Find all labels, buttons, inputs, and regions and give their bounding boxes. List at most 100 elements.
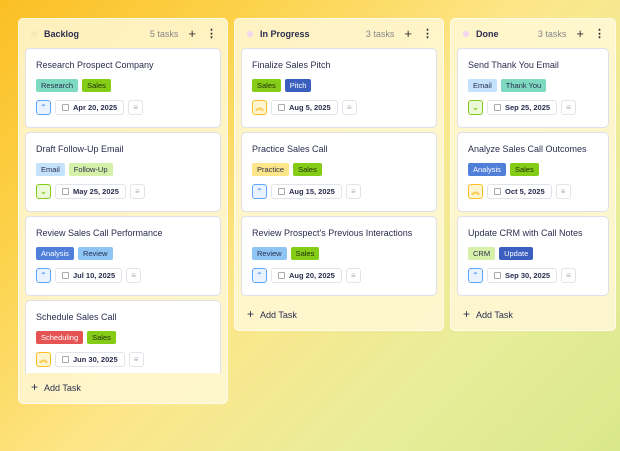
task-count: 3 tasks: [365, 28, 395, 39]
due-date[interactable]: Aug 15, 2025: [271, 184, 342, 199]
task-card[interactable]: Review Sales Call Performance Analysis Re…: [25, 216, 221, 296]
notes-icon[interactable]: ≡: [561, 100, 577, 115]
card-list[interactable]: Research Prospect Company Research Sales …: [19, 48, 227, 373]
tag: Review: [252, 247, 287, 260]
task-title: Review Sales Call Performance: [36, 228, 163, 238]
due-date[interactable]: Sep 30, 2025: [487, 268, 558, 283]
column-title: In Progress: [260, 28, 310, 39]
due-date[interactable]: Aug 20, 2025: [271, 268, 342, 283]
notes-icon[interactable]: ≡: [126, 268, 142, 283]
tag: Analysis: [468, 163, 506, 176]
tag: Sales: [293, 163, 322, 176]
due-date[interactable]: Jun 30, 2025: [55, 352, 125, 367]
priority-up-icon[interactable]: ⌃: [36, 100, 51, 115]
priority-down-icon[interactable]: ⌄: [468, 100, 483, 115]
notes-icon[interactable]: ≡: [345, 184, 361, 199]
due-date-text: Aug 5, 2025: [289, 103, 331, 112]
priority-double-up-icon[interactable]: ︽: [252, 100, 267, 115]
add-task-button[interactable]: + Add Task: [451, 300, 615, 330]
task-card[interactable]: Draft Follow-Up Email Email Follow-Up ⌄ M…: [25, 132, 221, 212]
calendar-icon: [494, 272, 501, 279]
task-card[interactable]: Review Prospect's Previous Interactions …: [241, 216, 437, 296]
tag: CRM: [468, 247, 496, 260]
notes-icon[interactable]: ≡: [561, 268, 577, 283]
card-list[interactable]: Finalize Sales Pitch Sales Pitch ︽ Aug 5,…: [235, 48, 443, 296]
column-title: Done: [476, 28, 499, 39]
priority-double-up-icon[interactable]: ︽: [468, 184, 483, 199]
priority-double-up-icon[interactable]: ︽: [36, 352, 51, 367]
task-card[interactable]: Research Prospect Company Research Sales …: [25, 48, 221, 128]
tag: Analysis: [36, 247, 74, 260]
task-title: Schedule Sales Call: [36, 312, 117, 322]
task-count: 3 tasks: [537, 28, 567, 39]
tag: Thank You: [500, 79, 547, 92]
add-task-label: Add Task: [44, 383, 81, 393]
priority-up-icon[interactable]: ⌃: [468, 268, 483, 283]
calendar-icon: [278, 188, 285, 195]
status-dot: [247, 30, 253, 37]
add-icon[interactable]: +: [576, 26, 584, 41]
calendar-icon: [62, 272, 69, 279]
task-card[interactable]: Analyze Sales Call Outcomes Analysis Sale…: [457, 132, 609, 212]
add-task-label: Add Task: [476, 310, 513, 320]
card-list[interactable]: Send Thank You Email Email Thank You ⌄ Se…: [451, 48, 615, 296]
notes-icon[interactable]: ≡: [345, 268, 361, 283]
due-date-text: Sep 25, 2025: [505, 103, 551, 112]
tag: Sales: [87, 331, 116, 344]
due-date-text: Apr 20, 2025: [73, 103, 118, 112]
due-date[interactable]: Sep 25, 2025: [487, 100, 558, 115]
notes-icon[interactable]: ≡: [129, 184, 145, 199]
due-date-text: May 25, 2025: [73, 187, 119, 196]
priority-up-icon[interactable]: ⌃: [252, 268, 267, 283]
due-date-text: Jul 10, 2025: [73, 271, 116, 280]
column-header: Done 3 tasks + ⋮: [451, 19, 615, 48]
tag-list: Practice Sales: [252, 163, 426, 176]
due-date-text: Aug 15, 2025: [289, 187, 335, 196]
add-task-button[interactable]: + Add Task: [235, 300, 443, 330]
task-card[interactable]: Update CRM with Call Notes CRM Update ⌃ S…: [457, 216, 609, 296]
tag: Review: [77, 247, 113, 260]
priority-up-icon[interactable]: ⌃: [36, 268, 51, 283]
tag: Scheduling: [36, 331, 84, 344]
priority-up-icon[interactable]: ⌃: [252, 184, 267, 199]
tag: Sales: [82, 79, 111, 92]
notes-icon[interactable]: ≡: [128, 352, 144, 367]
add-icon[interactable]: +: [188, 26, 196, 41]
task-title: Send Thank You Email: [468, 60, 559, 70]
plus-icon: +: [31, 380, 39, 394]
tag: Sales: [252, 79, 281, 92]
task-title: Research Prospect Company: [36, 60, 154, 70]
add-task-button[interactable]: + Add Task: [19, 373, 227, 403]
column-done: Done 3 tasks + ⋮ Send Thank You Email Em…: [450, 18, 616, 331]
due-date[interactable]: Jul 10, 2025: [55, 268, 123, 283]
add-icon[interactable]: +: [404, 26, 412, 41]
due-date[interactable]: Oct 5, 2025: [487, 184, 552, 199]
due-date[interactable]: Apr 20, 2025: [55, 100, 125, 115]
notes-icon[interactable]: ≡: [555, 184, 571, 199]
priority-down-icon[interactable]: ⌄: [36, 184, 51, 199]
more-options-icon[interactable]: ⋮: [594, 27, 605, 40]
add-task-label: Add Task: [260, 310, 297, 320]
tag: Sales: [290, 247, 320, 260]
task-card[interactable]: Send Thank You Email Email Thank You ⌄ Se…: [457, 48, 609, 128]
due-date-text: Jun 30, 2025: [73, 355, 118, 364]
task-card[interactable]: Schedule Sales Call Scheduling Sales ︽ Ju…: [25, 300, 221, 373]
tag: Research: [36, 79, 79, 92]
tag-list: Sales Pitch: [252, 79, 426, 92]
more-options-icon[interactable]: ⋮: [206, 27, 217, 40]
notes-icon[interactable]: ≡: [128, 100, 144, 115]
task-title: Review Prospect's Previous Interactions: [252, 228, 413, 238]
task-title: Update CRM with Call Notes: [468, 228, 583, 238]
task-card[interactable]: Practice Sales Call Practice Sales ⌃ Aug …: [241, 132, 437, 212]
due-date[interactable]: Aug 5, 2025: [271, 100, 338, 115]
tag-list: Scheduling Sales: [36, 331, 210, 344]
status-dot: [31, 30, 37, 37]
notes-icon[interactable]: ≡: [341, 100, 357, 115]
due-date[interactable]: May 25, 2025: [55, 184, 126, 199]
column-header: Backlog 5 tasks + ⋮: [19, 19, 227, 48]
task-card[interactable]: Finalize Sales Pitch Sales Pitch ︽ Aug 5,…: [241, 48, 437, 128]
more-options-icon[interactable]: ⋮: [422, 27, 433, 40]
tag: Pitch: [284, 79, 312, 92]
tag-list: Review Sales: [252, 247, 426, 260]
task-title: Practice Sales Call: [252, 144, 328, 154]
